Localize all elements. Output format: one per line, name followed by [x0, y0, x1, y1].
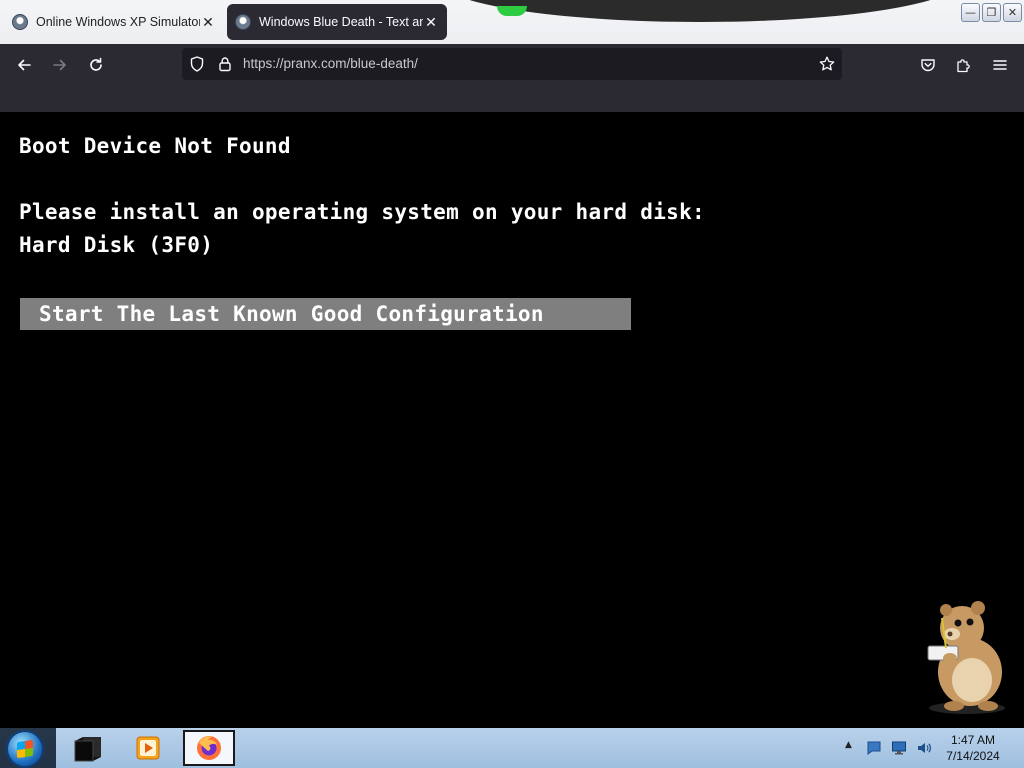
network-icon[interactable]	[891, 740, 907, 756]
firefox-icon	[197, 736, 221, 760]
hamster-mascot-icon[interactable]	[912, 598, 1012, 718]
star-icon[interactable]	[818, 55, 836, 73]
hard-disk-label: Hard Disk (3F0)	[19, 233, 214, 257]
navigation-toolbar: https://pranx.com/blue-death/	[0, 44, 1024, 112]
window-controls: — ❐ ✕	[961, 3, 1022, 22]
tab-title: Online Windows XP Simulator |	[36, 15, 200, 29]
windows-logo-icon	[17, 739, 33, 759]
extensions-button[interactable]	[950, 54, 978, 76]
reload-icon	[90, 57, 102, 71]
url-bar[interactable]: https://pranx.com/blue-death/	[182, 48, 842, 80]
last-known-good-config-button[interactable]: Start The Last Known Good Configuration	[20, 298, 631, 330]
taskbar-media-player-button[interactable]	[122, 730, 174, 766]
tab-blue-death[interactable]: Windows Blue Death - Text and ✕	[227, 4, 447, 40]
titlebar-decoration-accent	[497, 6, 527, 16]
close-tab-icon[interactable]: ✕	[200, 14, 216, 31]
media-player-icon	[136, 736, 160, 760]
pocket-icon	[921, 59, 935, 72]
forward-button[interactable]	[46, 54, 74, 76]
system-clock[interactable]: 1:47 AM 7/14/2024	[940, 732, 1006, 764]
arrow-right-icon	[53, 59, 66, 71]
taskbar-firefox-button[interactable]	[183, 730, 235, 766]
taskbar: ▲ 1:47 AM 7/14/2024	[0, 728, 1024, 768]
volume-icon[interactable]	[916, 740, 932, 756]
taskbar-terminal-button[interactable]	[62, 730, 114, 766]
close-tab-icon[interactable]: ✕	[423, 14, 439, 31]
shield-icon[interactable]	[188, 55, 206, 73]
pocket-button[interactable]	[914, 54, 942, 76]
start-button[interactable]	[6, 730, 44, 768]
terminal-icon	[74, 737, 101, 762]
url-text[interactable]: https://pranx.com/blue-death/	[243, 56, 418, 71]
restore-button[interactable]: ❐	[982, 3, 1001, 22]
boot-error-title: Boot Device Not Found	[19, 134, 291, 158]
back-button[interactable]	[10, 54, 38, 76]
clock-time: 1:47 AM	[950, 733, 996, 747]
install-os-message: Please install an operating system on yo…	[19, 200, 705, 224]
minimize-button[interactable]: —	[961, 3, 980, 22]
arrow-left-icon	[18, 59, 31, 71]
hamburger-menu-icon	[993, 60, 1007, 70]
clock-date: 7/14/2024	[946, 749, 1000, 763]
action-center-icon[interactable]	[866, 740, 882, 756]
menu-button[interactable]	[986, 54, 1014, 76]
tab-strip: Online Windows XP Simulator | ✕ Windows …	[0, 0, 1024, 44]
tab-xp-simulator[interactable]: Online Windows XP Simulator | ✕	[4, 4, 224, 40]
site-favicon-icon	[235, 14, 251, 30]
page-content: Boot Device Not Found Please install an …	[0, 112, 1024, 728]
puzzle-icon	[957, 59, 970, 73]
site-favicon-icon	[12, 14, 28, 30]
lock-icon[interactable]	[216, 55, 234, 73]
reload-button[interactable]	[82, 54, 110, 76]
tab-title: Windows Blue Death - Text and	[259, 15, 423, 29]
show-hidden-icons-icon[interactable]: ▲	[845, 740, 852, 750]
close-window-button[interactable]: ✕	[1003, 3, 1022, 22]
